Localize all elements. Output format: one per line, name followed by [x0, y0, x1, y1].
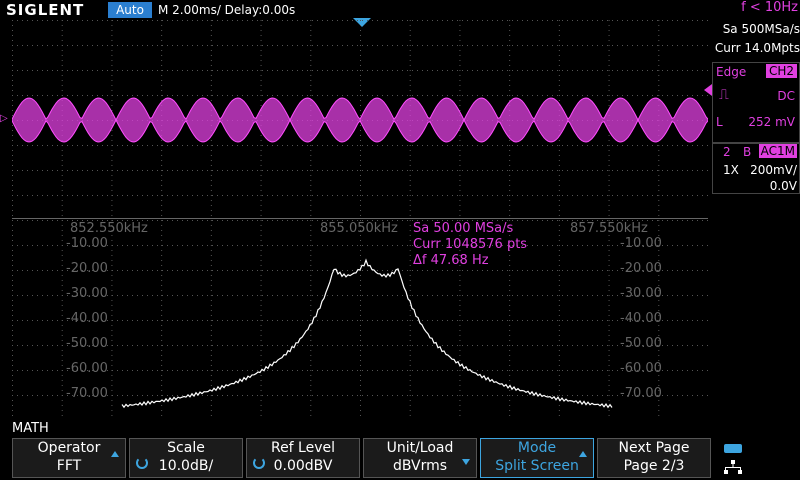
fft-freq-label-left: 852.550kHz: [70, 221, 148, 236]
channel-offset: 0.0V: [769, 179, 797, 193]
softkey-label: Unit/Load: [386, 440, 454, 456]
db-tick-label: -20.00: [620, 261, 662, 276]
softkey-label: Next Page: [618, 440, 690, 456]
volts-per-div: 200mV/: [750, 163, 797, 177]
db-tick-label: -50.00: [620, 336, 662, 351]
usb-icon: [724, 444, 742, 453]
probe-attenuation: 1X: [723, 163, 739, 177]
trigger-type: Edge: [716, 65, 747, 79]
fft-info-block: Sa 50.00 MSa/s Curr 1048576 pts Δf 47.68…: [413, 221, 527, 269]
softkey-value: Page 2/3: [623, 458, 685, 474]
frequency-counter: f < 10Hz: [741, 0, 798, 15]
rising-edge-icon: ⎍: [719, 87, 729, 103]
network-icon: [724, 460, 742, 474]
scale-button[interactable]: Scale 10.0dB/: [129, 438, 243, 478]
fft-spectrum-trace: [121, 258, 613, 409]
chevron-up-icon: [111, 451, 119, 457]
trigger-source-badge: CH2: [765, 64, 797, 78]
split-divider: [12, 218, 708, 219]
trigger-level-value: 252 mV: [748, 115, 795, 129]
operator-button[interactable]: Operator FFT: [12, 438, 126, 478]
softkey-label: Ref Level: [270, 440, 336, 456]
sample-rate: Sa 500MSa/s: [722, 22, 800, 36]
fft-freq-label-center: 855.050kHz: [320, 221, 398, 236]
trigger-info-box[interactable]: Edge CH2 ⎍ DC L 252 mV: [712, 62, 800, 144]
fft-freq-label-right: 857.550kHz: [570, 221, 648, 236]
chevron-up-icon: [579, 451, 587, 457]
waveform-display[interactable]: [12, 20, 708, 220]
db-tick-label: -30.00: [66, 286, 108, 301]
softkey-value: Split Screen: [495, 458, 579, 474]
fft-resolution: Δf 47.68 Hz: [413, 253, 489, 268]
mode-button[interactable]: Mode Split Screen: [480, 438, 594, 478]
db-tick-label: -40.00: [66, 311, 108, 326]
channel-number: 2: [723, 145, 731, 159]
db-tick-label: -70.00: [66, 386, 108, 401]
softkey-label: Operator: [37, 440, 101, 456]
channel-coupling-badge: AC1M: [758, 144, 797, 158]
db-tick-label: -10.00: [620, 236, 662, 251]
brand-logo: SIGLENT: [6, 1, 85, 19]
softkey-label: Scale: [167, 440, 205, 456]
unit-load-button[interactable]: Unit/Load dBVrms: [363, 438, 477, 478]
softkey-value: FFT: [56, 458, 82, 474]
db-tick-label: -60.00: [66, 361, 108, 376]
softkey-label: Mode: [517, 440, 557, 456]
chevron-down-icon: [462, 459, 470, 465]
db-tick-label: -30.00: [620, 286, 662, 301]
db-tick-label: -50.00: [66, 336, 108, 351]
trigger-level-marker-icon[interactable]: [704, 84, 712, 96]
db-tick-label: -20.00: [66, 261, 108, 276]
db-tick-label: -10.00: [66, 236, 108, 251]
rotary-knob-icon: [136, 457, 148, 469]
right-info-panel: Sa 500MSa/s Curr 14.0Mpts Edge CH2 ⎍ DC …: [712, 20, 800, 440]
fft-grid: [12, 220, 708, 416]
timebase-readout[interactable]: M 2.00ms/ Delay:0.00s: [158, 2, 295, 18]
trigger-mode-badge[interactable]: Auto: [108, 2, 152, 18]
channel2-ground-marker-icon[interactable]: ▷: [0, 113, 8, 124]
memory-depth: Curr 14.0Mpts: [714, 41, 800, 55]
trigger-coupling: DC: [777, 89, 795, 103]
softkey-value: dBVrms: [392, 458, 448, 474]
fft-point-count: Curr 1048576 pts: [413, 237, 528, 252]
bandwidth-limit-flag: B: [743, 145, 752, 159]
math-menu-label: MATH: [12, 421, 49, 436]
fft-display[interactable]: [12, 220, 708, 420]
ref-level-button[interactable]: Ref Level 0.00dBV: [246, 438, 360, 478]
db-tick-label: -60.00: [620, 361, 662, 376]
next-page-button[interactable]: Next Page Page 2/3: [597, 438, 711, 478]
rotary-knob-icon: [253, 457, 265, 469]
fft-sample-rate: Sa 50.00 MSa/s: [413, 221, 514, 236]
db-tick-label: -40.00: [620, 311, 662, 326]
channel2-info-box[interactable]: 2 B AC1M 1X 200mV/ 0.0V: [712, 142, 800, 194]
db-tick-label: -70.00: [620, 386, 662, 401]
trigger-level-label: L: [716, 115, 723, 129]
